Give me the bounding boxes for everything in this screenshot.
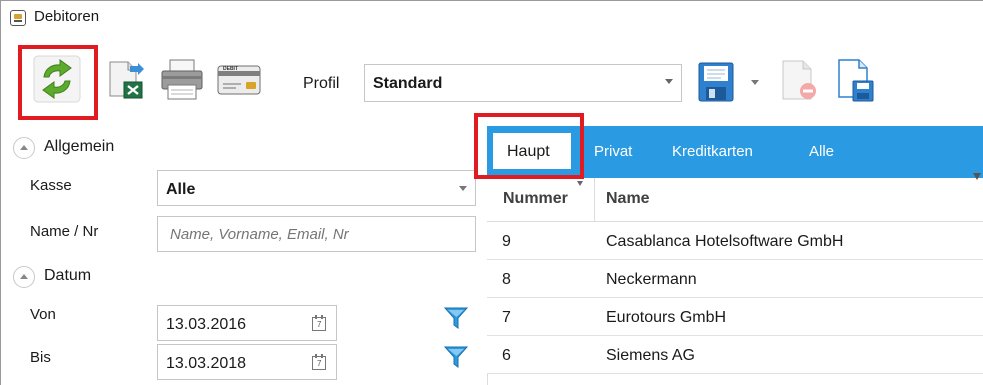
highlight-haupt-tab — [474, 113, 584, 179]
bis-label: Bis — [30, 349, 51, 366]
table-row[interactable]: 8 Neckermann — [487, 260, 983, 298]
table-row[interactable]: 6 Siemens AG — [487, 336, 983, 374]
tab-alle[interactable]: Alle — [809, 143, 834, 160]
profil-label: Profil — [303, 75, 340, 92]
cell-name: Siemens AG — [606, 347, 695, 364]
save-profile-button[interactable] — [693, 59, 741, 107]
name-nr-label: Name / Nr — [30, 223, 99, 240]
window-title: Debitoren — [34, 8, 100, 25]
table-row[interactable]: 9 Casablanca Hotelsoftware GmbH — [487, 222, 983, 260]
tab-kreditkarten[interactable]: Kreditkarten — [672, 143, 753, 160]
name-search-input[interactable] — [157, 216, 476, 252]
cell-nummer: 9 — [502, 233, 511, 250]
section-datum-label: Datum — [44, 267, 92, 284]
title-bar — [1, 1, 983, 37]
save-as-icon — [838, 59, 874, 102]
kasse-label: Kasse — [30, 177, 72, 194]
kasse-select[interactable]: Alle — [157, 170, 476, 206]
column-filter-icon[interactable] — [577, 181, 583, 186]
filter-icon — [443, 307, 469, 329]
highlight-refresh — [18, 45, 98, 120]
cell-name: Neckermann — [606, 271, 697, 288]
column-header-name[interactable]: Name — [606, 190, 650, 208]
profil-value: Standard — [373, 75, 443, 92]
calendar-icon[interactable]: 7 — [312, 354, 326, 370]
cell-nummer: 7 — [502, 309, 511, 326]
cell-nummer: 6 — [502, 347, 511, 364]
app-icon — [10, 10, 26, 26]
von-date-input[interactable]: 13.03.2016 7 — [157, 305, 337, 341]
von-filter-button[interactable] — [443, 305, 469, 331]
section-allgemein-label: Allgemein — [44, 138, 115, 155]
save-dropdown-chevron-down-icon[interactable] — [751, 80, 759, 85]
allgemein-collapse-chevron-up-icon[interactable] — [13, 137, 35, 159]
datum-collapse-chevron-up-icon[interactable] — [13, 266, 35, 288]
print-button[interactable] — [158, 57, 206, 105]
save-as-button[interactable] — [833, 57, 881, 105]
save-icon — [698, 62, 734, 102]
cell-name: Casablanca Hotelsoftware GmbH — [606, 233, 844, 250]
chevron-down-icon — [665, 79, 673, 84]
chevron-down-icon — [459, 186, 467, 191]
calendar-icon[interactable]: 7 — [312, 315, 326, 331]
bis-value: 13.03.2018 — [166, 355, 247, 372]
kasse-value: Alle — [166, 181, 196, 198]
cell-name: Eurotours GmbH — [606, 309, 727, 326]
debit-card-icon: DEBIT — [217, 65, 261, 95]
von-label: Von — [30, 306, 56, 323]
cell-nummer: 8 — [502, 271, 511, 288]
bis-date-input[interactable]: 13.03.2018 7 — [157, 344, 337, 380]
delete-profile-button[interactable] — [775, 57, 823, 105]
tab-privat[interactable]: Privat — [594, 143, 632, 160]
profil-select[interactable]: Standard — [364, 64, 682, 102]
von-value: 13.03.2016 — [166, 316, 247, 333]
column-header-nummer[interactable]: Nummer — [503, 190, 568, 208]
excel-export-button[interactable] — [104, 58, 152, 106]
printer-icon — [161, 59, 203, 100]
column-divider — [594, 178, 595, 222]
filter-icon — [443, 346, 469, 368]
column-filter-icon[interactable] — [973, 173, 981, 180]
debit-button[interactable]: DEBIT — [216, 64, 264, 98]
delete-document-icon — [782, 60, 816, 100]
table-row[interactable]: 7 Eurotours GmbH — [487, 298, 983, 336]
excel-export-icon — [109, 61, 144, 99]
debit-card-text: DEBIT — [223, 66, 238, 72]
bis-filter-button[interactable] — [443, 344, 469, 370]
